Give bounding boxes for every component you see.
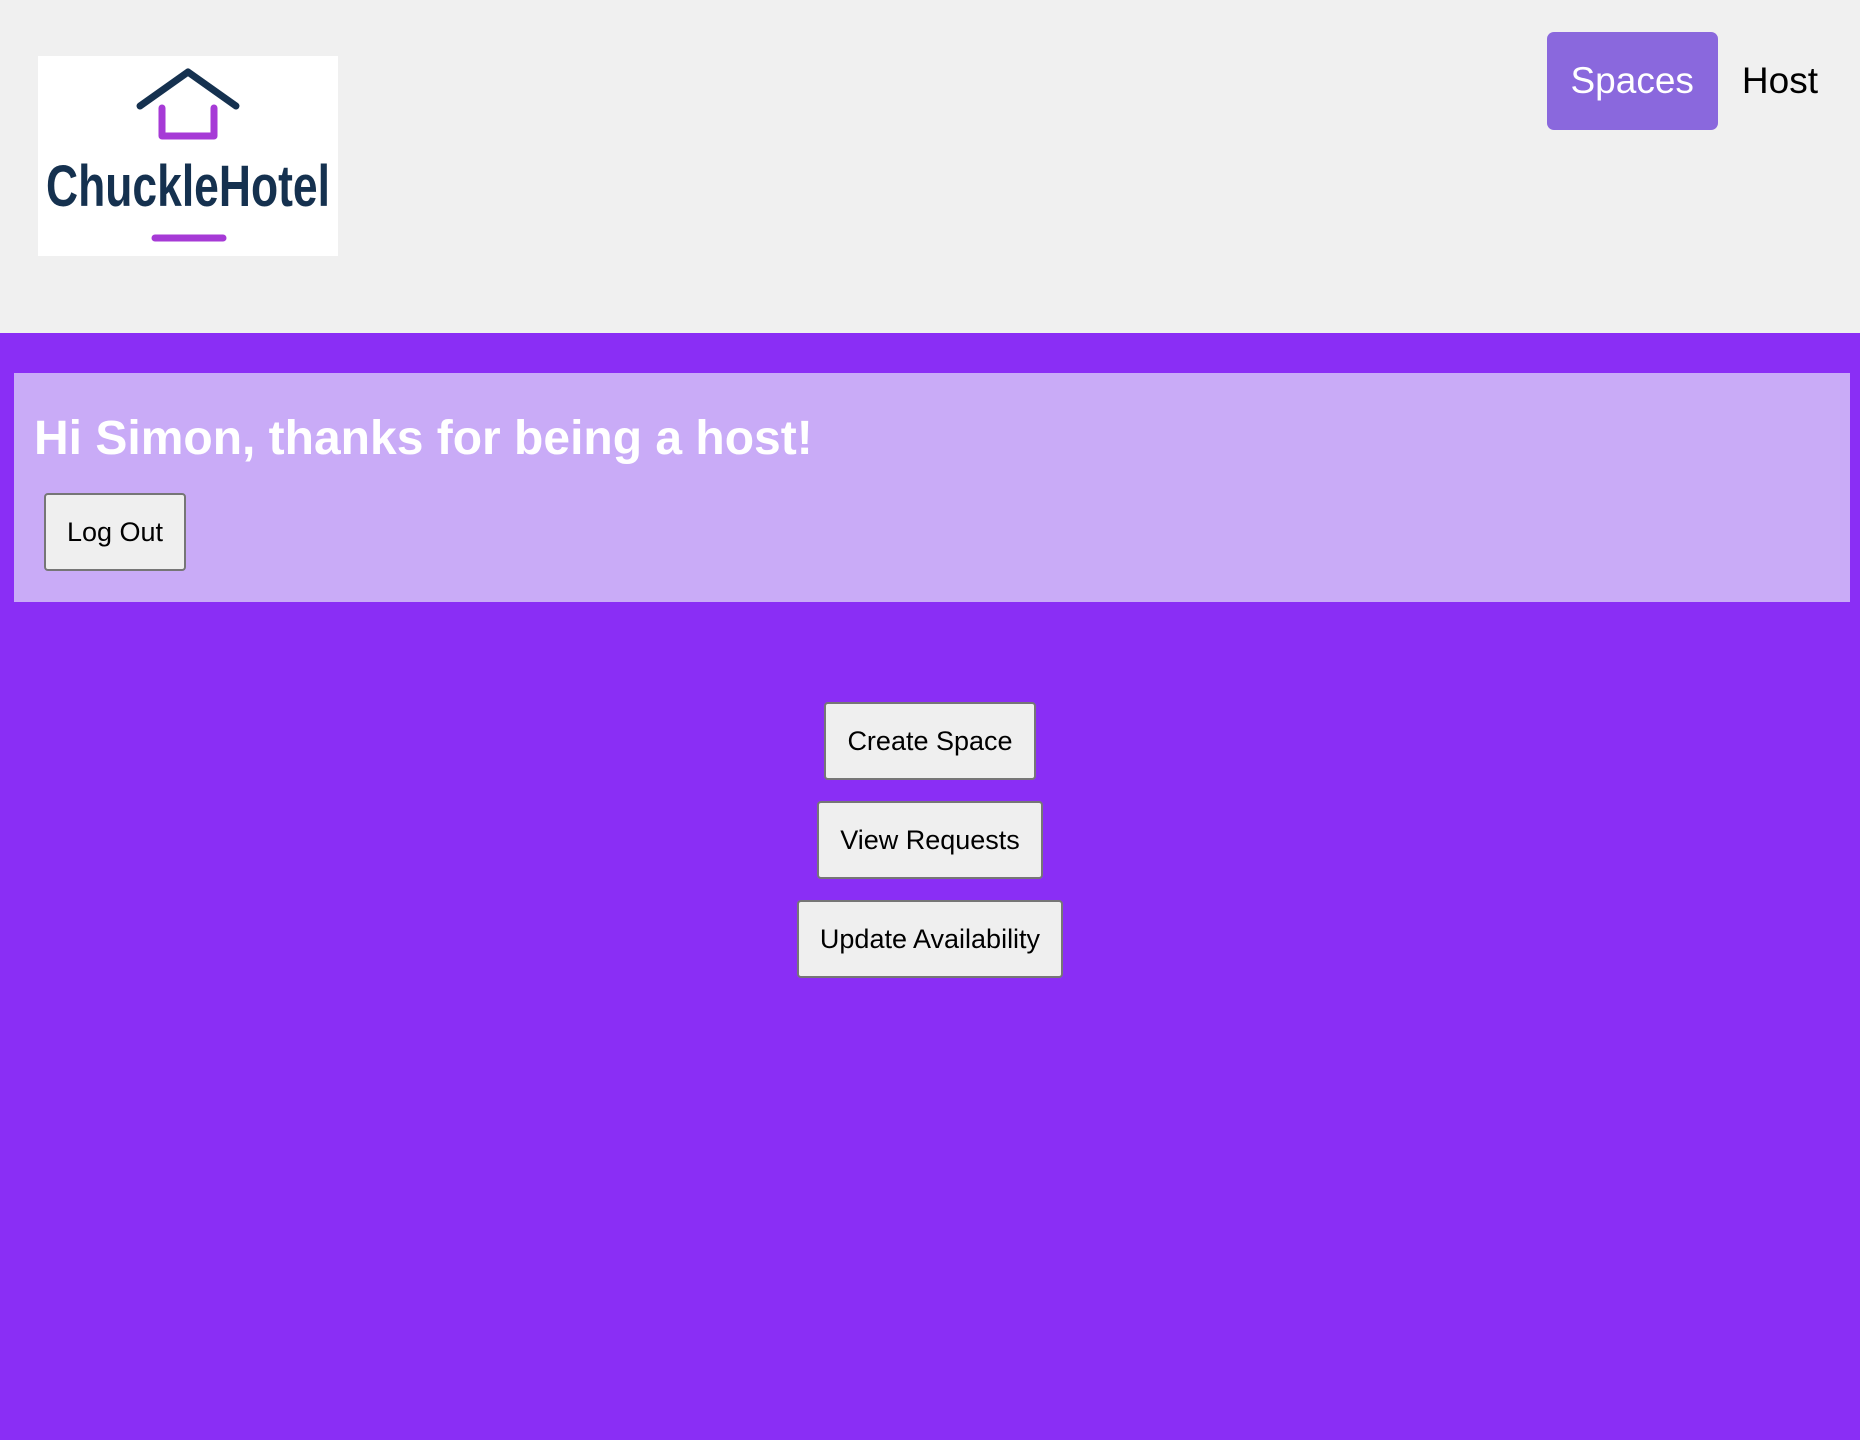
welcome-panel: Hi Simon, thanks for being a host! Log O… — [14, 373, 1850, 602]
greeting-heading: Hi Simon, thanks for being a host! — [34, 412, 813, 465]
logo-wordmark: ChuckleHotel — [46, 154, 330, 219]
nav-host-link[interactable]: Host — [1718, 32, 1842, 130]
view-requests-button[interactable]: View Requests — [817, 801, 1043, 879]
nav-spaces-link[interactable]: Spaces — [1546, 32, 1718, 130]
chucklehotel-logo[interactable]: ChuckleHotel — [38, 56, 338, 256]
update-availability-button[interactable]: Update Availability — [797, 900, 1063, 978]
logo-graphic: ChuckleHotel — [46, 68, 330, 242]
main-nav: Spaces Host — [1546, 32, 1843, 130]
logout-button[interactable]: Log Out — [44, 493, 186, 571]
create-space-button[interactable]: Create Space — [824, 702, 1036, 780]
site-header: ChuckleHotel Spaces Host — [0, 0, 1860, 333]
